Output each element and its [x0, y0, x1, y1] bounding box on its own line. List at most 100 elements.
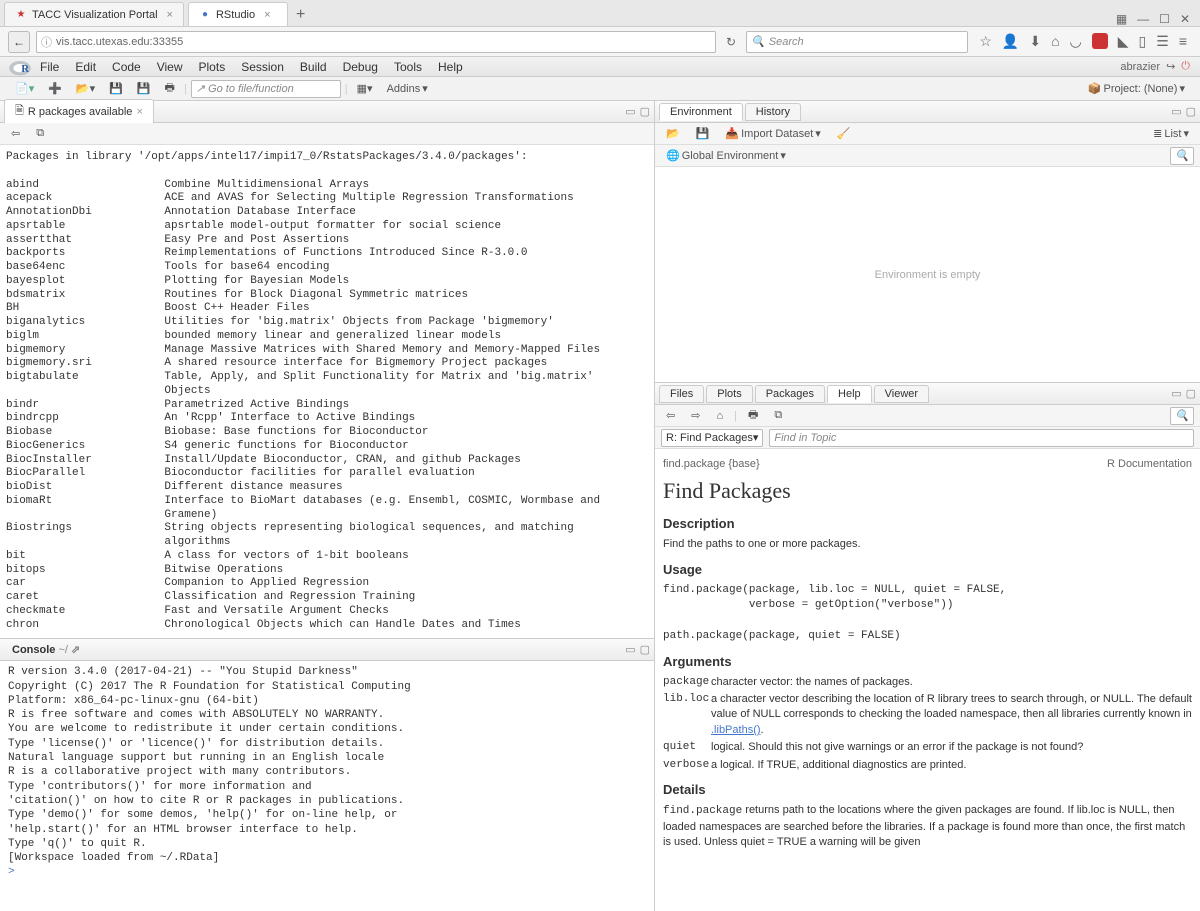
- menu-build[interactable]: Build: [300, 60, 327, 74]
- maximize-icon[interactable]: ☐: [1159, 12, 1170, 26]
- signout-icon[interactable]: ↪: [1166, 60, 1175, 73]
- tile-icon[interactable]: ▦: [1116, 12, 1127, 26]
- library-icon[interactable]: ☰: [1156, 33, 1169, 50]
- r-logo-icon: R: [8, 55, 32, 79]
- search-icon: 🔍: [751, 35, 765, 48]
- open-file-button[interactable]: 📂▾: [71, 80, 100, 97]
- save-ws-icon[interactable]: 💾: [691, 125, 715, 142]
- back-nav-icon[interactable]: ⇦: [6, 125, 25, 142]
- pocket-icon[interactable]: ◡: [1070, 33, 1082, 50]
- menu-code[interactable]: Code: [112, 60, 141, 74]
- save-button[interactable]: 💾: [104, 80, 128, 97]
- help-content[interactable]: find.package {base} R Documentation Find…: [655, 449, 1200, 911]
- new-tab-button[interactable]: +: [288, 4, 313, 26]
- home-icon[interactable]: ⌂: [1051, 33, 1059, 50]
- env-scope-bar: 🌐 Global Environment ▾ 🔍: [655, 145, 1200, 167]
- minimize-icon[interactable]: —: [1137, 12, 1149, 26]
- console-output[interactable]: R version 3.4.0 (2017-04-21) -- "You Stu…: [0, 661, 654, 911]
- bookmark-star-icon[interactable]: ☆: [979, 33, 992, 50]
- browser-tab-rstudio[interactable]: ● RStudio ×: [188, 2, 288, 26]
- help-details: find.package returns path to the locatio…: [663, 803, 1192, 850]
- browser-search-input[interactable]: 🔍 Search: [746, 31, 968, 53]
- account-icon[interactable]: 👤: [1002, 33, 1019, 50]
- help-home-icon[interactable]: ⌂: [711, 408, 728, 424]
- env-tab-environment[interactable]: Environment: [659, 103, 743, 121]
- print-button[interactable]: 🖶: [160, 77, 180, 100]
- tools-grid-button[interactable]: ▦▾: [352, 80, 378, 97]
- sidebar-icon[interactable]: ▯: [1139, 33, 1147, 50]
- help-tab-packages[interactable]: Packages: [755, 385, 825, 403]
- load-ws-icon[interactable]: 📂: [661, 125, 685, 142]
- clear-ws-icon[interactable]: 🧹: [832, 125, 856, 142]
- help-toolbar: ⇦ ⇨ ⌂ | 🖶 ⧉ 🔍: [655, 405, 1200, 427]
- arg-row: verbosea logical. If TRUE, additional di…: [663, 758, 1192, 773]
- env-tab-bar: EnvironmentHistory ▭ ▢: [655, 101, 1200, 123]
- favicon-rstudio-icon: ●: [199, 9, 211, 21]
- env-tab-history[interactable]: History: [745, 103, 801, 121]
- help-popout-icon[interactable]: ⧉: [769, 407, 787, 424]
- help-breadcrumb[interactable]: R: Find Packages ▾: [661, 429, 763, 447]
- power-icon[interactable]: ⏻: [1181, 60, 1190, 73]
- source-toolbar: ⇦ ⧉: [0, 123, 654, 145]
- back-button[interactable]: ←: [8, 31, 30, 53]
- popout-icon[interactable]: ⧉: [31, 125, 49, 142]
- arg-row: lib.loca character vector describing the…: [663, 692, 1192, 738]
- menu-tools[interactable]: Tools: [394, 60, 422, 74]
- window-controls: ▦ — ☐ ✕: [1106, 12, 1200, 26]
- save-all-button[interactable]: 💾: [132, 80, 156, 97]
- minimize-pane-icon[interactable]: ▭: [625, 643, 635, 656]
- help-print-icon[interactable]: 🖶: [743, 404, 763, 427]
- new-project-button[interactable]: ➕: [43, 80, 67, 97]
- menu-debug[interactable]: Debug: [343, 60, 378, 74]
- close-window-icon[interactable]: ✕: [1180, 12, 1190, 26]
- source-tab[interactable]: 🗎 R packages available ×: [4, 99, 154, 124]
- menu-file[interactable]: File: [40, 60, 59, 74]
- help-search-input[interactable]: 🔍: [1170, 407, 1194, 425]
- help-tab-viewer[interactable]: Viewer: [874, 385, 929, 403]
- env-scope-selector[interactable]: 🌐 Global Environment ▾: [661, 147, 791, 164]
- help-topic-input[interactable]: Find in Topic: [769, 429, 1194, 447]
- tab-title: TACC Visualization Portal: [32, 9, 158, 21]
- help-tab-files[interactable]: Files: [659, 385, 704, 403]
- tag-icon[interactable]: ◣: [1118, 33, 1129, 50]
- project-selector[interactable]: 📦 Project: (None) ▾: [1083, 80, 1190, 97]
- minimize-pane-icon[interactable]: ▭: [625, 105, 635, 118]
- maximize-pane-icon[interactable]: ▢: [1186, 387, 1196, 400]
- import-dataset-button[interactable]: 📥 Import Dataset ▾: [720, 125, 825, 142]
- menu-session[interactable]: Session: [241, 60, 284, 74]
- env-search-input[interactable]: 🔍: [1170, 147, 1194, 165]
- menu-help[interactable]: Help: [438, 60, 463, 74]
- close-icon[interactable]: ×: [264, 9, 270, 21]
- menu-edit[interactable]: Edit: [75, 60, 96, 74]
- search-placeholder: Search: [769, 36, 804, 48]
- addins-button[interactable]: Addins ▾: [382, 80, 433, 97]
- libpaths-link[interactable]: .libPaths(): [711, 724, 761, 736]
- menu-view[interactable]: View: [157, 60, 183, 74]
- browser-tab-strip: ★ TACC Visualization Portal × ● RStudio …: [0, 0, 1200, 27]
- console-tab[interactable]: Console ~/ ⇗: [4, 641, 88, 658]
- close-icon[interactable]: ×: [167, 9, 173, 21]
- list-view-button[interactable]: ≣ List ▾: [1148, 125, 1194, 142]
- menu-plots[interactable]: Plots: [199, 60, 226, 74]
- minimize-pane-icon[interactable]: ▭: [1171, 387, 1181, 400]
- menu-icon[interactable]: ≡: [1179, 33, 1187, 50]
- close-icon[interactable]: ×: [136, 106, 142, 118]
- browser-tab-tacc[interactable]: ★ TACC Visualization Portal ×: [4, 2, 184, 26]
- help-back-icon[interactable]: ⇦: [661, 407, 680, 424]
- url-text: vis.tacc.utexas.edu:33355: [56, 36, 183, 48]
- maximize-pane-icon[interactable]: ▢: [1186, 105, 1196, 118]
- clear-console-icon[interactable]: ⇗: [71, 644, 80, 656]
- url-input[interactable]: ⓘ vis.tacc.utexas.edu:33355: [36, 31, 716, 53]
- downloads-icon[interactable]: ⬇: [1029, 33, 1041, 50]
- minimize-pane-icon[interactable]: ▭: [1171, 105, 1181, 118]
- reload-icon[interactable]: ↻: [722, 35, 740, 49]
- help-fwd-icon[interactable]: ⇨: [686, 407, 705, 424]
- help-tab-help[interactable]: Help: [827, 385, 872, 403]
- maximize-pane-icon[interactable]: ▢: [640, 105, 650, 118]
- new-file-button[interactable]: 📄▾: [10, 80, 39, 97]
- goto-file-input[interactable]: ↗ Go to file/function: [191, 80, 341, 98]
- maximize-pane-icon[interactable]: ▢: [640, 643, 650, 656]
- abp-icon[interactable]: [1092, 33, 1108, 49]
- help-tab-plots[interactable]: Plots: [706, 385, 752, 403]
- console-tab-bar: Console ~/ ⇗ ▭ ▢: [0, 639, 654, 661]
